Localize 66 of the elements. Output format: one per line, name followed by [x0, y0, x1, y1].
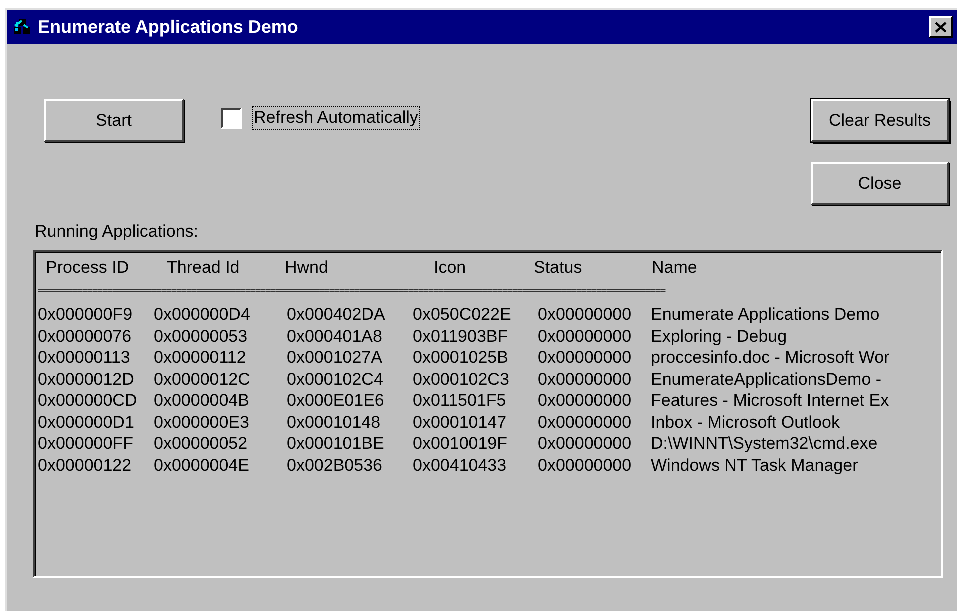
column-heading: Icon: [434, 258, 468, 279]
column-heading: Name: [652, 258, 698, 279]
list-cell-text: 0x000101BE: [287, 433, 386, 454]
list-cell-text: 0x002B0536: [287, 454, 384, 476]
list-cell-text: 0x00000000: [538, 412, 633, 433]
list-cell-text: 0x00010148: [287, 412, 382, 433]
checkbox-label[interactable]: Refresh Automatically: [252, 106, 420, 130]
list-cell-text: 0x000000D4: [154, 304, 252, 326]
list-cell: proccesinfo.doc - Microsoft Wor: [651, 347, 890, 368]
separator-line: ===============================================================================================================================: [38, 285, 667, 299]
list-cell-text: 0x00000000: [538, 433, 633, 454]
app-icon: [13, 17, 33, 37]
list-cell-text: 0x00000052: [154, 433, 249, 454]
close-icon: [935, 22, 947, 32]
list-cell: Exploring - Debug: [651, 326, 788, 347]
list-cell-text: 0x000102C3: [413, 368, 510, 390]
close-dialog-button[interactable]: Close: [811, 162, 949, 205]
window-title: Enumerate Applications Demo: [38, 16, 300, 38]
list-cell-text: 0x00000053: [154, 326, 249, 347]
checkbox[interactable]: [221, 108, 242, 128]
list-label: Running Applications:: [35, 222, 200, 242]
list-cell-text: 0x0010019F: [413, 433, 509, 454]
list-cell-text: 0x0000012D: [38, 368, 136, 390]
list-cell-text: 0x0001027A: [287, 347, 384, 368]
clear-results-button[interactable]: Clear Results: [811, 99, 949, 142]
list-cell-text: 0x000000F9: [38, 304, 134, 326]
list-cell-text: 0x0000004B: [154, 390, 250, 412]
list-cell-text: 0x00010147: [413, 412, 508, 433]
list-cell: Windows NT Task Manager: [651, 454, 858, 476]
list-cell-text: 0x00000000: [538, 347, 633, 368]
list-cell-text: 0x011903BF: [413, 326, 510, 347]
start-button[interactable]: Start: [44, 99, 184, 142]
list-cell-text: 0x00000122: [38, 454, 133, 476]
list-cell-text: 0x00000076: [38, 326, 133, 347]
close-button[interactable]: [929, 16, 953, 38]
list-cell-text: 0x00410433: [413, 454, 508, 476]
list-cell-text: 0x000000CD: [38, 390, 138, 412]
list-cell-text: 0x0000004E: [154, 454, 250, 476]
list-cell: Enumerate Applications Demo: [651, 304, 880, 326]
column-heading: Process ID: [46, 258, 130, 279]
list-cell-text: 0x050C022E: [413, 304, 512, 326]
list-cell-text: 0x000102C4: [287, 368, 384, 390]
list-cell: D:\WINNT\System32\cmd.exe: [651, 433, 878, 454]
list-cell-text: 0x00000000: [538, 326, 633, 347]
list-cell-text: 0x00000000: [538, 304, 633, 326]
column-heading: Status: [534, 258, 584, 279]
list-cell-text: 0x000402DA: [287, 304, 386, 326]
list-cell-text: 0x00000000: [538, 390, 633, 412]
list-cell-text: 0x0001025B: [413, 347, 510, 368]
list-cell-text: 0x00000000: [538, 368, 633, 390]
list-cell-text: 0x000000FF: [38, 433, 134, 454]
list-cell-text: 0x000E01E6: [287, 390, 386, 412]
column-heading: Hwnd: [285, 258, 330, 279]
column-heading: Thread Id: [167, 258, 241, 279]
list-cell-text: 0x000000D1: [38, 412, 136, 433]
list-cell-text: 0x00000112: [154, 347, 248, 368]
applications-listbox[interactable]: [33, 250, 943, 578]
list-cell-text: 0x000000E3: [154, 412, 250, 433]
list-cell: Features - Microsoft Internet Ex: [651, 390, 890, 412]
list-cell-text: 0x0000012C: [154, 368, 252, 390]
list-cell-text: 0x00000113: [38, 347, 132, 368]
list-cell: EnumerateApplicationsDemo -: [651, 368, 882, 390]
list-cell: Inbox - Microsoft Outlook: [651, 412, 840, 433]
list-cell-text: 0x00000000: [538, 454, 633, 476]
list-cell-text: 0x000401A8: [287, 326, 384, 347]
list-cell-text: 0x011501F5: [413, 390, 508, 412]
